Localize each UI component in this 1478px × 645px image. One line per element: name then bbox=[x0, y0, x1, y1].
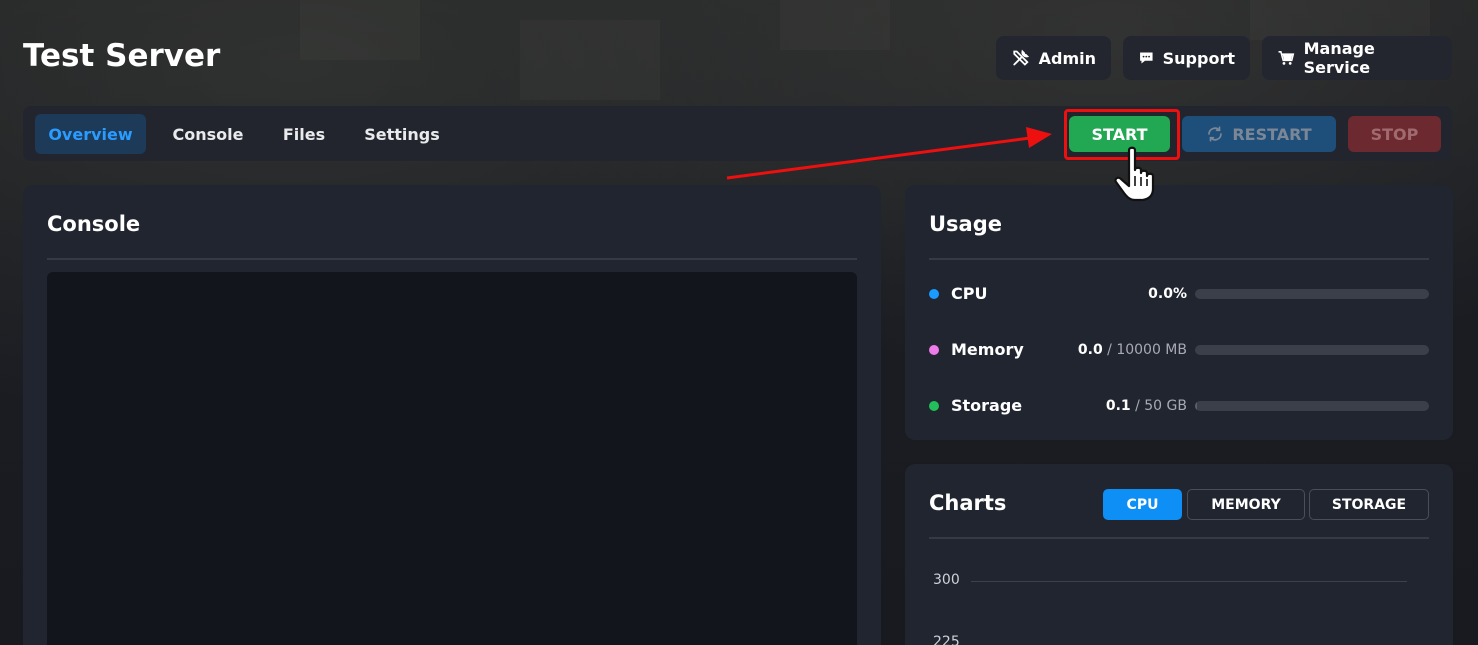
support-label: Support bbox=[1162, 48, 1235, 68]
manage-service-button[interactable]: Manage Service bbox=[1262, 36, 1452, 80]
tab-files[interactable]: Files bbox=[270, 114, 338, 154]
tab-overview[interactable]: Overview bbox=[35, 114, 146, 154]
chart-tab-memory[interactable]: MEMORY bbox=[1187, 489, 1305, 520]
tools-icon bbox=[1013, 49, 1030, 66]
console-output[interactable] bbox=[47, 272, 857, 645]
usage-row-cpu: CPU 0.0% bbox=[929, 279, 1429, 309]
memory-dot bbox=[929, 345, 939, 355]
admin-button[interactable]: Admin bbox=[996, 36, 1111, 80]
restart-button[interactable]: RESTART bbox=[1182, 116, 1336, 152]
console-divider bbox=[47, 258, 857, 260]
restart-label: RESTART bbox=[1232, 124, 1312, 144]
tab-settings[interactable]: Settings bbox=[353, 114, 451, 154]
charts-divider bbox=[929, 537, 1429, 539]
support-button[interactable]: Support bbox=[1123, 36, 1250, 80]
refresh-icon bbox=[1208, 126, 1223, 142]
chart-tab-storage[interactable]: STORAGE bbox=[1309, 489, 1429, 520]
page-title: Test Server bbox=[23, 38, 221, 74]
charts-title: Charts bbox=[929, 491, 1007, 515]
memory-label: Memory bbox=[951, 340, 1024, 359]
usage-divider bbox=[929, 258, 1429, 260]
cpu-label: CPU bbox=[951, 284, 988, 303]
cart-icon bbox=[1278, 51, 1295, 65]
storage-dot bbox=[929, 401, 939, 411]
memory-bar bbox=[1195, 345, 1429, 355]
usage-row-storage: Storage 0.1 / 50 GB bbox=[929, 391, 1429, 421]
chart-tab-cpu[interactable]: CPU bbox=[1103, 489, 1182, 520]
chat-icon bbox=[1140, 52, 1153, 64]
cpu-value: 0.0% bbox=[1148, 286, 1187, 302]
cpu-dot bbox=[929, 289, 939, 299]
usage-row-memory: Memory 0.0 / 10000 MB bbox=[929, 335, 1429, 365]
storage-value: 0.1 / 50 GB bbox=[1105, 398, 1187, 414]
stop-button[interactable]: STOP bbox=[1348, 116, 1441, 152]
usage-title: Usage bbox=[929, 212, 1002, 236]
memory-value: 0.0 / 10000 MB bbox=[1077, 342, 1187, 358]
storage-label: Storage bbox=[951, 396, 1023, 415]
grid-line-300 bbox=[971, 581, 1407, 582]
tab-console[interactable]: Console bbox=[162, 114, 254, 154]
storage-bar bbox=[1195, 401, 1429, 411]
stop-label: STOP bbox=[1370, 124, 1419, 144]
y-tick-225: 225 bbox=[933, 634, 960, 645]
manage-service-label: Manage Service bbox=[1303, 39, 1375, 77]
y-tick-300: 300 bbox=[933, 572, 960, 588]
hand-pointer-icon bbox=[1114, 146, 1155, 202]
console-title: Console bbox=[47, 212, 141, 236]
cpu-bar bbox=[1195, 289, 1429, 299]
admin-label: Admin bbox=[1038, 48, 1096, 68]
